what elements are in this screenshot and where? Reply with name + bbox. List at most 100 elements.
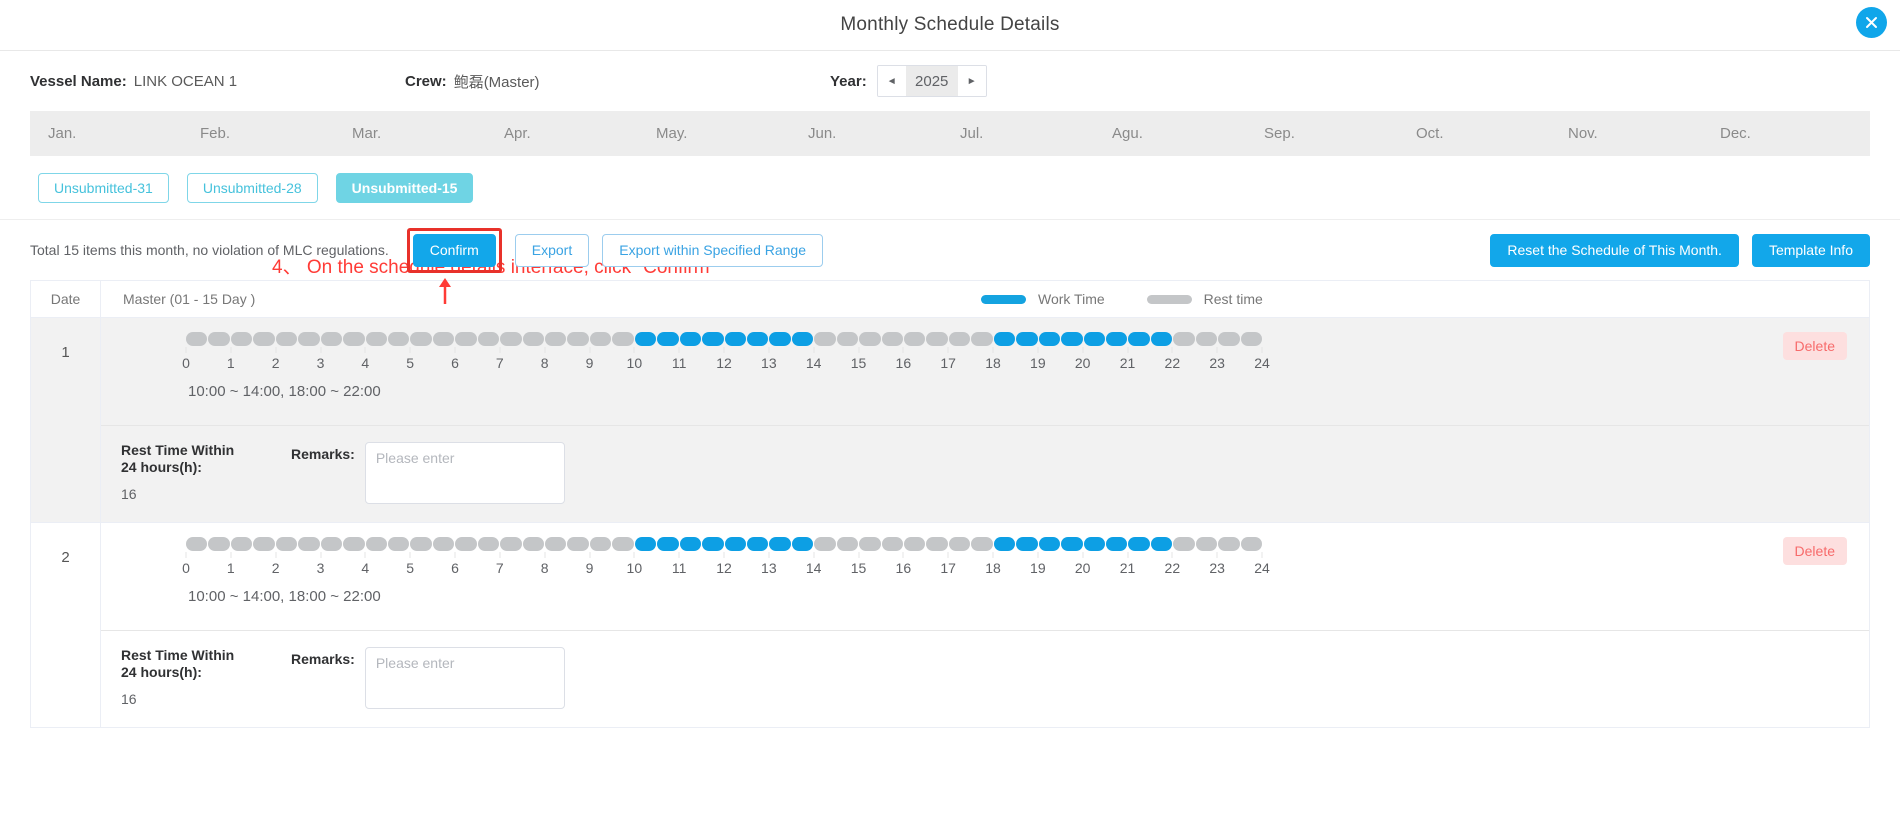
close-icon[interactable] <box>1856 7 1887 38</box>
status-chip-1[interactable]: Unsubmitted-31 <box>38 173 169 203</box>
rest-segment[interactable] <box>881 332 903 346</box>
work-segment[interactable] <box>1016 332 1038 346</box>
delete-button[interactable]: Delete <box>1782 537 1847 565</box>
work-segment[interactable] <box>634 332 657 346</box>
rest-segment[interactable] <box>208 537 230 551</box>
remarks-input[interactable] <box>364 442 565 504</box>
rest-segment[interactable] <box>253 332 275 346</box>
work-segment[interactable] <box>1038 537 1061 551</box>
export-within-range-button[interactable]: Export within Specified Range <box>602 233 824 267</box>
work-segment[interactable] <box>1128 332 1150 346</box>
rest-segment[interactable] <box>500 537 522 551</box>
work-segment[interactable] <box>1061 537 1083 551</box>
reset-schedule-button[interactable]: Reset the Schedule of This Month. <box>1490 233 1739 267</box>
work-segment[interactable] <box>1083 537 1105 551</box>
month-tab-mar[interactable]: Mar. <box>334 111 486 156</box>
rest-segment[interactable] <box>230 537 253 551</box>
template-info-button[interactable]: Template Info <box>1751 233 1870 267</box>
work-segment[interactable] <box>724 537 746 551</box>
status-chip-3[interactable]: Unsubmitted-15 <box>335 173 474 203</box>
work-segment[interactable] <box>993 537 1016 551</box>
rest-segment[interactable] <box>836 537 859 551</box>
rest-segment[interactable] <box>971 332 993 346</box>
remarks-input[interactable] <box>364 647 565 709</box>
rest-segment[interactable] <box>320 332 343 346</box>
year-picker[interactable]: ◄ 2025 ► <box>876 65 987 97</box>
work-segment[interactable] <box>1150 537 1173 551</box>
rest-segment[interactable] <box>343 537 365 551</box>
delete-button[interactable]: Delete <box>1782 332 1847 360</box>
work-segment[interactable] <box>657 537 679 551</box>
month-tab-agu[interactable]: Agu. <box>1094 111 1246 156</box>
rest-segment[interactable] <box>567 537 589 551</box>
rest-segment[interactable] <box>904 537 926 551</box>
month-tab-dec[interactable]: Dec. <box>1702 111 1854 156</box>
rest-segment[interactable] <box>343 332 365 346</box>
work-segment[interactable] <box>1061 332 1083 346</box>
month-tab-sep[interactable]: Sep. <box>1246 111 1398 156</box>
rest-segment[interactable] <box>545 332 567 346</box>
rest-segment[interactable] <box>904 332 926 346</box>
work-segment[interactable] <box>1105 537 1128 551</box>
work-segment[interactable] <box>791 332 814 346</box>
rest-segment[interactable] <box>948 332 971 346</box>
rest-segment[interactable] <box>589 537 612 551</box>
rest-segment[interactable] <box>1218 332 1240 346</box>
rest-segment[interactable] <box>455 537 477 551</box>
rest-segment[interactable] <box>1240 332 1262 346</box>
rest-segment[interactable] <box>1240 537 1262 551</box>
rest-segment[interactable] <box>432 537 455 551</box>
rest-segment[interactable] <box>186 537 208 551</box>
month-tab-nov[interactable]: Nov. <box>1550 111 1702 156</box>
rest-segment[interactable] <box>275 332 298 346</box>
rest-segment[interactable] <box>522 537 544 551</box>
work-segment[interactable] <box>746 332 769 346</box>
chevron-left-icon[interactable]: ◄ <box>877 66 906 96</box>
chevron-right-icon[interactable]: ► <box>957 66 986 96</box>
work-segment[interactable] <box>1128 537 1150 551</box>
rest-segment[interactable] <box>230 332 253 346</box>
rest-segment[interactable] <box>455 332 477 346</box>
rest-segment[interactable] <box>836 332 859 346</box>
rest-segment[interactable] <box>814 537 836 551</box>
rest-segment[interactable] <box>477 332 500 346</box>
work-segment[interactable] <box>1016 537 1038 551</box>
year-value[interactable]: 2025 <box>905 66 958 96</box>
rest-segment[interactable] <box>859 537 881 551</box>
rest-segment[interactable] <box>432 332 455 346</box>
rest-segment[interactable] <box>500 332 522 346</box>
month-tab-jun[interactable]: Jun. <box>790 111 942 156</box>
rest-segment[interactable] <box>859 332 881 346</box>
work-segment[interactable] <box>769 332 791 346</box>
rest-segment[interactable] <box>320 537 343 551</box>
rest-segment[interactable] <box>477 537 500 551</box>
rest-segment[interactable] <box>208 332 230 346</box>
rest-segment[interactable] <box>971 537 993 551</box>
rest-segment[interactable] <box>1173 537 1195 551</box>
rest-segment[interactable] <box>410 537 432 551</box>
rest-segment[interactable] <box>612 537 634 551</box>
rest-segment[interactable] <box>814 332 836 346</box>
work-segment[interactable] <box>724 332 746 346</box>
month-tab-apr[interactable]: Apr. <box>486 111 638 156</box>
work-segment[interactable] <box>657 332 679 346</box>
export-button[interactable]: Export <box>514 233 590 267</box>
work-segment[interactable] <box>679 537 702 551</box>
work-segment[interactable] <box>1038 332 1061 346</box>
rest-segment[interactable] <box>253 537 275 551</box>
rest-segment[interactable] <box>387 537 410 551</box>
rest-segment[interactable] <box>926 537 948 551</box>
work-rest-bar[interactable] <box>186 332 1262 346</box>
rest-segment[interactable] <box>612 332 634 346</box>
work-segment[interactable] <box>993 332 1016 346</box>
rest-segment[interactable] <box>881 537 903 551</box>
month-tab-jan[interactable]: Jan. <box>30 111 182 156</box>
rest-segment[interactable] <box>275 537 298 551</box>
work-rest-bar[interactable] <box>186 537 1262 551</box>
work-segment[interactable] <box>702 537 724 551</box>
rest-segment[interactable] <box>567 332 589 346</box>
work-segment[interactable] <box>1105 332 1128 346</box>
rest-segment[interactable] <box>589 332 612 346</box>
work-segment[interactable] <box>746 537 769 551</box>
work-segment[interactable] <box>791 537 814 551</box>
